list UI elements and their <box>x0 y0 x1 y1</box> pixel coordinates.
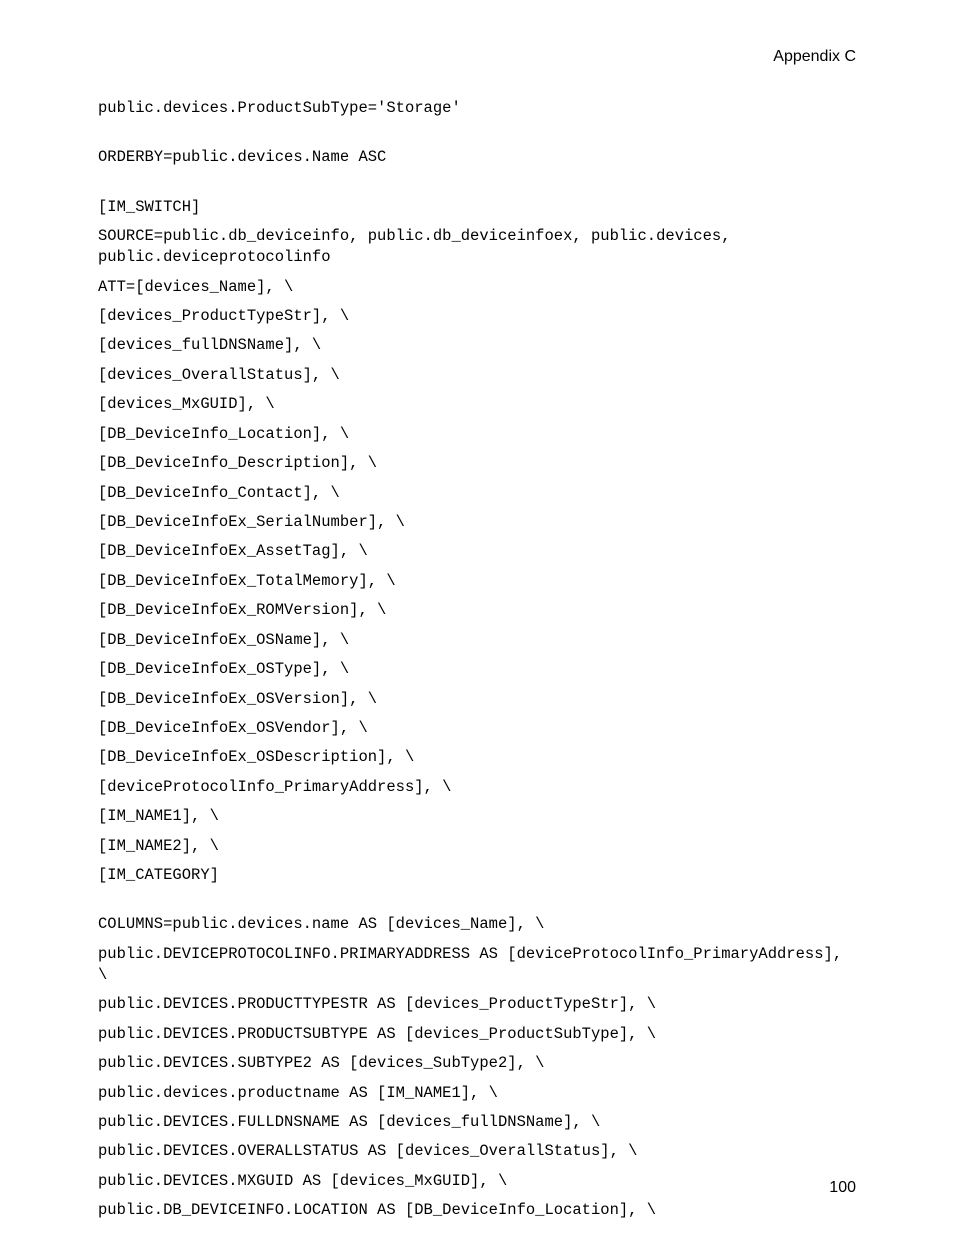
code-line: public.DEVICES.MXGUID AS [devices_MxGUID… <box>98 1171 856 1192</box>
code-line: SOURCE=public.db_deviceinfo, public.db_d… <box>98 226 856 268</box>
code-line: [devices_fullDNSName], \ <box>98 335 856 356</box>
code-line: [DB_DeviceInfoEx_SerialNumber], \ <box>98 512 856 533</box>
code-line: [DB_DeviceInfoEx_ROMVersion], \ <box>98 600 856 621</box>
code-line: public.DEVICES.PRODUCTTYPESTR AS [device… <box>98 994 856 1015</box>
page-number: 100 <box>829 1179 856 1197</box>
code-line: public.DEVICES.PRODUCTSUBTYPE AS [device… <box>98 1024 856 1045</box>
code-line: [DB_DeviceInfoEx_TotalMemory], \ <box>98 571 856 592</box>
code-line: COLUMNS=public.devices.name AS [devices_… <box>98 914 856 935</box>
code-line: [IM_NAME1], \ <box>98 806 856 827</box>
code-line: public.DB_DEVICEINFO.LOCATION AS [DB_Dev… <box>98 1200 856 1221</box>
code-line: [IM_NAME2], \ <box>98 836 856 857</box>
code-line: public.DEVICES.FULLDNSNAME AS [devices_f… <box>98 1112 856 1133</box>
code-line: public.DEVICEPROTOCOLINFO.PRIMARYADDRESS… <box>98 944 856 986</box>
code-line: [DB_DeviceInfoEx_OSVersion], \ <box>98 689 856 710</box>
code-line: [DB_DeviceInfoEx_OSType], \ <box>98 659 856 680</box>
blank-line <box>98 894 856 914</box>
code-line: [DB_DeviceInfo_Contact], \ <box>98 483 856 504</box>
code-content: public.devices.ProductSubType='Storage' O… <box>98 98 856 1221</box>
code-line: [DB_DeviceInfoEx_AssetTag], \ <box>98 541 856 562</box>
code-line: public.devices.ProductSubType='Storage' <box>98 98 856 119</box>
code-line: [devices_ProductTypeStr], \ <box>98 306 856 327</box>
code-line: ATT=[devices_Name], \ <box>98 277 856 298</box>
code-line: [devices_OverallStatus], \ <box>98 365 856 386</box>
code-line: [DB_DeviceInfo_Description], \ <box>98 453 856 474</box>
page-header: Appendix C <box>98 48 856 66</box>
code-line: ORDERBY=public.devices.Name ASC <box>98 147 856 168</box>
code-line: [DB_DeviceInfoEx_OSName], \ <box>98 630 856 651</box>
code-line: public.devices.productname AS [IM_NAME1]… <box>98 1083 856 1104</box>
blank-line <box>98 127 856 147</box>
code-line: [devices_MxGUID], \ <box>98 394 856 415</box>
code-line: [DB_DeviceInfo_Location], \ <box>98 424 856 445</box>
code-line: public.DEVICES.SUBTYPE2 AS [devices_SubT… <box>98 1053 856 1074</box>
code-line: [DB_DeviceInfoEx_OSDescription], \ <box>98 747 856 768</box>
code-line: public.DEVICES.OVERALLSTATUS AS [devices… <box>98 1141 856 1162</box>
code-line: [IM_CATEGORY] <box>98 865 856 886</box>
code-line: [IM_SWITCH] <box>98 197 856 218</box>
code-line: [DB_DeviceInfoEx_OSVendor], \ <box>98 718 856 739</box>
blank-line <box>98 177 856 197</box>
code-line: [deviceProtocolInfo_PrimaryAddress], \ <box>98 777 856 798</box>
